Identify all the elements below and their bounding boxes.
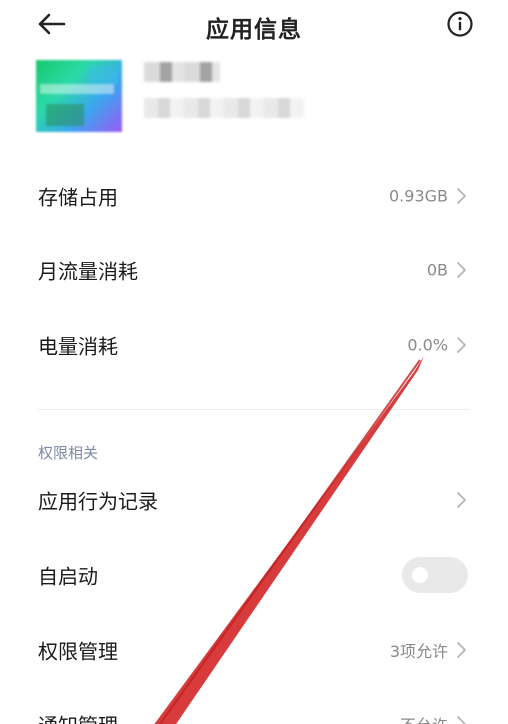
storage-value: 0.93GB	[389, 186, 448, 206]
chevron-right-icon	[457, 716, 466, 724]
storage-label: 存储占用	[38, 185, 118, 210]
autostart-row: 自启动	[0, 545, 508, 605]
battery-usage-row[interactable]: 电量消耗 0.0%	[0, 315, 508, 375]
chevron-right-icon	[457, 642, 466, 658]
chevron-right-icon	[457, 188, 466, 204]
behavior-record-label: 应用行为记录	[38, 489, 158, 514]
toggle-knob	[412, 567, 428, 583]
permission-manage-value: 3项允许	[389, 642, 448, 661]
permission-manage-label: 权限管理	[38, 639, 118, 664]
chevron-right-icon	[457, 262, 466, 278]
autostart-label: 自启动	[38, 564, 98, 589]
section-divider	[38, 409, 470, 410]
info-button[interactable]	[446, 10, 474, 38]
data-usage-label: 月流量消耗	[38, 259, 138, 284]
autostart-toggle[interactable]	[402, 557, 468, 593]
chevron-right-icon	[457, 492, 466, 508]
permission-manage-row[interactable]: 权限管理 3项允许	[0, 620, 508, 680]
battery-usage-value: 0.0%	[407, 335, 448, 355]
notification-manage-label: 通知管理	[38, 710, 118, 724]
behavior-record-row[interactable]: 应用行为记录	[0, 470, 508, 530]
app-name-blurred	[144, 62, 220, 82]
data-usage-value: 0B	[426, 260, 448, 280]
notification-manage-value: 不允许	[400, 712, 448, 724]
notification-manage-row[interactable]: 通知管理 不允许	[0, 694, 508, 724]
app-icon-blurred	[36, 60, 122, 132]
info-circle-icon	[447, 11, 473, 37]
data-usage-row[interactable]: 月流量消耗 0B	[0, 240, 508, 300]
permissions-section-title: 权限相关	[38, 444, 99, 462]
app-version-blurred	[144, 98, 304, 118]
battery-usage-label: 电量消耗	[38, 334, 118, 359]
chevron-right-icon	[457, 337, 466, 353]
top-app-bar: 应用信息	[0, 0, 508, 48]
page-title: 应用信息	[206, 17, 302, 43]
storage-row[interactable]: 存储占用 0.93GB	[0, 166, 508, 226]
